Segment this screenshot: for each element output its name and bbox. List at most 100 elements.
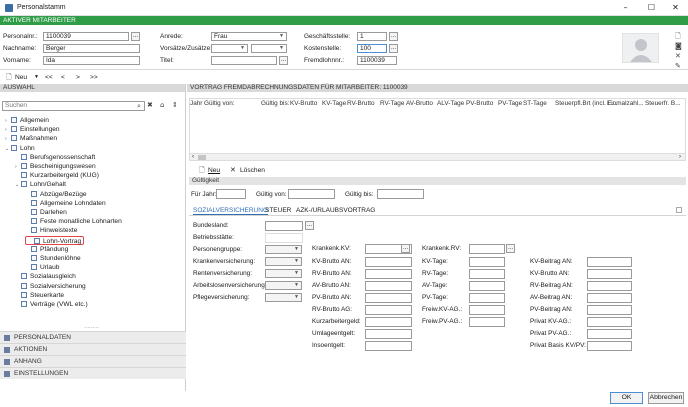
- tree-item[interactable]: ⌄ Lohn/Gehalt: [15, 180, 66, 189]
- next-record-button[interactable]: >: [76, 74, 80, 81]
- collapse-all-icon[interactable]: ⇕: [172, 101, 178, 109]
- tab-azk-urlaubsvortrag[interactable]: AZK-/URLAUBSVORTRAG: [296, 207, 375, 214]
- neu-dropdown-icon[interactable]: ▼: [34, 74, 39, 80]
- prev-record-button[interactable]: <: [61, 74, 65, 81]
- sv-field-input[interactable]: [365, 317, 412, 327]
- krankenk-kv-lookup-button[interactable]: ...: [401, 244, 410, 253]
- tree-item[interactable]: Sozialversicherung: [15, 282, 86, 291]
- sv-field-input[interactable]: [469, 244, 505, 254]
- sv-field-input[interactable]: [469, 269, 505, 279]
- last-record-button[interactable]: >>: [90, 74, 98, 81]
- table-column-header[interactable]: KV-Tage: [322, 100, 346, 107]
- tree-item[interactable]: Verträge (VWL etc.): [15, 300, 88, 309]
- sv-field-input[interactable]: [469, 293, 505, 303]
- home-icon[interactable]: ⌂: [160, 101, 164, 109]
- sv-field-input[interactable]: [365, 293, 412, 303]
- sv-field-input[interactable]: [587, 317, 632, 327]
- table-column-header[interactable]: Gültig bis:: [261, 100, 289, 107]
- table-column-header[interactable]: PV-Tage: [498, 100, 522, 107]
- geschaeftsstelle-lookup-button[interactable]: ...: [389, 32, 398, 41]
- expand-icon[interactable]: [676, 207, 682, 213]
- gueltig-von-input[interactable]: [288, 189, 335, 199]
- tree-item[interactable]: Sozialausgleich: [15, 272, 76, 281]
- table-column-header[interactable]: RV-Brutto: [347, 100, 375, 107]
- sv-field-select[interactable]: ▼: [265, 269, 302, 278]
- tree-item[interactable]: Abzüge/Bezüge: [25, 190, 87, 199]
- table-column-header[interactable]: AV-Brutto: [406, 100, 433, 107]
- scroll-left-icon[interactable]: ‹: [192, 154, 194, 160]
- sv-field-input[interactable]: [587, 305, 632, 315]
- abbrechen-button[interactable]: Abbrechen: [648, 392, 684, 404]
- sv-field-input[interactable]: [365, 257, 412, 267]
- tree-item[interactable]: › Allgemein: [5, 116, 49, 125]
- first-record-button[interactable]: <<: [45, 74, 53, 81]
- kostenstelle-input[interactable]: 100: [357, 44, 387, 53]
- kostenstelle-lookup-button[interactable]: ...: [389, 44, 398, 53]
- table-column-header[interactable]: Steuerfr. B...: [645, 100, 681, 107]
- sv-field-input[interactable]: [587, 329, 632, 339]
- camera-icon[interactable]: ◙: [675, 42, 682, 50]
- sv-field-input[interactable]: [365, 269, 412, 279]
- neu-row-button[interactable]: Neu: [208, 167, 220, 174]
- nachname-input[interactable]: Berger: [43, 44, 140, 53]
- sv-field-input[interactable]: [587, 293, 632, 303]
- personalnr-input[interactable]: 1100039: [43, 32, 129, 41]
- sv-field-input[interactable]: [587, 281, 632, 291]
- scroll-thumb[interactable]: [198, 155, 206, 160]
- table-column-header[interactable]: Jahr: [190, 100, 202, 107]
- tree-item[interactable]: Urlaub: [25, 263, 59, 272]
- sv-field-input[interactable]: [469, 281, 505, 291]
- sv-field-input[interactable]: [365, 329, 412, 339]
- geschaeftsstelle-input[interactable]: 1: [357, 32, 387, 41]
- table-column-header[interactable]: KV-Brutto: [290, 100, 317, 107]
- anrede-select[interactable]: Frau ▼: [211, 32, 287, 41]
- loeschen-button[interactable]: Löschen: [240, 167, 265, 174]
- neu-button[interactable]: Neu: [15, 74, 27, 81]
- table-column-header[interactable]: Gültig von:: [204, 100, 235, 107]
- tree-item[interactable]: Hinweistexte: [25, 226, 77, 235]
- sv-field-input[interactable]: [365, 341, 412, 351]
- horizontal-scrollbar[interactable]: ‹ ›: [189, 153, 686, 161]
- tree-item[interactable]: Darlehen: [25, 208, 67, 217]
- tree-item[interactable]: Steuerkarte: [15, 291, 64, 300]
- splitter-handle[interactable]: .........: [84, 324, 99, 330]
- tree-item[interactable]: Pfändung: [25, 245, 68, 254]
- zusaetze-select[interactable]: ▼: [251, 44, 287, 53]
- titel-input[interactable]: [211, 56, 277, 65]
- nav-section-item[interactable]: ANHANG: [0, 355, 186, 367]
- avatar[interactable]: [622, 33, 659, 63]
- tree-item[interactable]: › Bescheinigungswesen: [15, 162, 96, 171]
- vorsaetze-select[interactable]: ▼: [211, 44, 248, 53]
- bundesland-lookup-button[interactable]: ...: [305, 221, 314, 230]
- tree-item[interactable]: › Maßnahmen: [5, 134, 57, 143]
- personalnr-lookup-button[interactable]: ...: [131, 32, 140, 41]
- tree-item[interactable]: Kurzarbeitergeld (KUG): [15, 171, 99, 180]
- tree-item[interactable]: Berufsgenossenschaft: [15, 153, 95, 162]
- search-icon[interactable]: ⌕: [137, 102, 141, 111]
- sv-field-select[interactable]: ▼: [265, 293, 302, 302]
- search-input[interactable]: Suchen: [2, 101, 145, 111]
- sv-field-select[interactable]: ▼: [265, 257, 302, 266]
- table-column-header[interactable]: Einmalzahl...: [607, 100, 644, 107]
- tab-sozialversicherung[interactable]: SOZIALVERSICHERUNG: [193, 207, 269, 215]
- maximize-button[interactable]: ☐: [639, 0, 664, 16]
- fuer-jahr-input[interactable]: [216, 189, 246, 199]
- close-button[interactable]: ✕: [663, 0, 688, 16]
- tree-item[interactable]: Feste monatliche Lohnarten: [25, 217, 122, 226]
- sv-field-input[interactable]: [469, 305, 505, 315]
- minimize-button[interactable]: –: [613, 0, 638, 16]
- tree-item[interactable]: Allgemeine Lohndaten: [25, 199, 106, 208]
- gueltig-bis-input[interactable]: [377, 189, 424, 199]
- betriebsstaette-input[interactable]: [265, 233, 303, 243]
- sv-field-select[interactable]: ▼: [265, 281, 302, 290]
- scroll-right-icon[interactable]: ›: [679, 154, 681, 160]
- fremdlohnnr-input[interactable]: 1100039: [357, 56, 397, 65]
- sv-field-select[interactable]: ▼: [265, 245, 302, 254]
- tree-item[interactable]: Stundenlöhne: [25, 254, 81, 263]
- tree-item[interactable]: ⌄ Lohn: [5, 144, 35, 153]
- table-column-header[interactable]: ALV-Tage: [437, 100, 464, 107]
- table-column-header[interactable]: RV-Tage: [380, 100, 404, 107]
- vorname-input[interactable]: Ida: [43, 56, 140, 65]
- titel-lookup-button[interactable]: ...: [279, 56, 288, 65]
- sv-field-input[interactable]: [469, 317, 505, 327]
